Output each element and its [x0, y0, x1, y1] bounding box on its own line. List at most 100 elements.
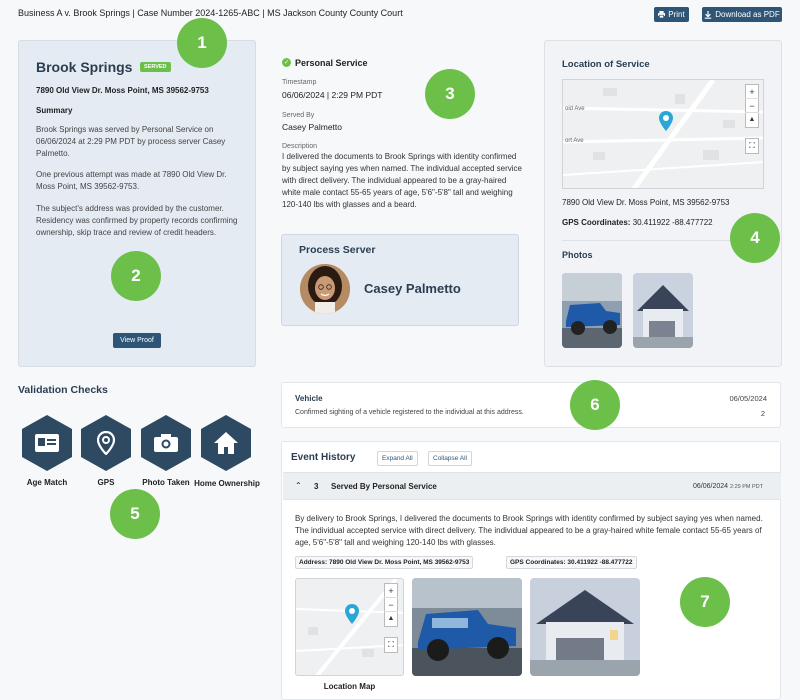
- gps-label: GPS Coordinates:: [562, 218, 631, 227]
- chevron-up-icon[interactable]: ⌃: [295, 481, 302, 490]
- vehicle-card[interactable]: Vehicle Confirmed sighting of a vehicle …: [281, 382, 781, 428]
- download-pdf-button[interactable]: Download as PDF: [702, 7, 782, 22]
- hex-badge: [81, 415, 131, 471]
- validation-item-photo-taken: [141, 415, 191, 471]
- zoom-out-icon[interactable]: −: [384, 598, 398, 612]
- validation-item-home-ownership: [201, 415, 251, 471]
- event-history-heading: Event History: [291, 452, 356, 463]
- case-title: Business A v. Brook Springs | Case Numbe…: [18, 8, 403, 18]
- expand-all-button[interactable]: Expand All: [377, 451, 418, 466]
- subject-panel: Brook Springs SERVED 7890 Old View Dr. M…: [18, 40, 256, 367]
- vehicle-date: 06/05/2024: [729, 394, 767, 403]
- validation-item-age-match: [22, 415, 72, 471]
- house-photo[interactable]: [633, 273, 693, 348]
- summary-paragraph-1: Brook Springs was served by Personal Ser…: [36, 125, 226, 158]
- vehicle-count: 2: [760, 409, 765, 418]
- process-server-card: Process Server Casey Palmetto: [281, 234, 519, 326]
- view-proof-button[interactable]: View Proof: [113, 333, 161, 348]
- map-street-label: ort Ave: [565, 138, 584, 144]
- gps-coordinates: GPS Coordinates: 30.411922 -88.477722: [562, 218, 713, 227]
- location-heading: Location of Service: [562, 59, 650, 70]
- served-by-value: Casey Palmetto: [282, 122, 342, 132]
- process-server-name: Casey Palmetto: [364, 281, 461, 296]
- validation-label: Home Ownership: [194, 479, 260, 488]
- map-pin-icon: [345, 604, 359, 624]
- truck-photo[interactable]: [562, 273, 622, 348]
- event-date: 06/06/2024: [693, 483, 729, 490]
- process-server-heading: Process Server: [299, 244, 376, 256]
- camera-icon: [154, 434, 178, 452]
- hex-badge: [201, 415, 251, 471]
- check-icon: ✓: [282, 58, 291, 67]
- photos-heading: Photos: [562, 250, 593, 260]
- vehicle-title: Vehicle: [295, 394, 323, 403]
- print-button[interactable]: Print: [654, 7, 689, 22]
- fullscreen-icon[interactable]: ⛶: [745, 139, 759, 153]
- validation-label: Age Match: [26, 478, 68, 487]
- summary-paragraph-3: The subject's address was provided by th…: [36, 204, 238, 237]
- validation-label: GPS: [97, 478, 115, 487]
- summary-heading: Summary: [36, 106, 73, 115]
- event-datetime: 06/06/2024 2:29 PM PDT: [693, 483, 763, 490]
- map-caption: Location Map: [323, 682, 376, 691]
- service-type: Personal Service: [295, 58, 368, 68]
- callout-badge: 6: [570, 380, 620, 430]
- subject-name: Brook Springs: [36, 59, 133, 75]
- subject-address: 7890 Old View Dr. Moss Point, MS 39562-9…: [36, 86, 209, 95]
- map-street-label: oid Ave: [565, 106, 585, 112]
- house-icon: [214, 432, 238, 454]
- house-photo[interactable]: [530, 578, 640, 676]
- event-text: By delivery to Brook Springs, I delivere…: [295, 514, 763, 547]
- printer-icon: [658, 11, 666, 18]
- timestamp-label: Timestamp: [282, 79, 317, 86]
- callout-badge: 2: [111, 251, 161, 301]
- status-badge: SERVED: [140, 62, 171, 72]
- map-pin-icon: [659, 111, 673, 131]
- zoom-controls[interactable]: + − ▲: [384, 583, 398, 627]
- service-map[interactable]: oid Ave ort Ave + − ▲ ⛶: [562, 79, 764, 189]
- validation-label: Photo Taken: [142, 478, 190, 487]
- compass-icon[interactable]: ▲: [745, 113, 759, 127]
- vehicle-description: Confirmed sighting of a vehicle register…: [295, 409, 524, 416]
- event-title: Served By Personal Service: [331, 482, 437, 491]
- summary-paragraph-2: One previous attempt was made at 7890 Ol…: [36, 170, 227, 191]
- validation-heading: Validation Checks: [18, 384, 108, 396]
- address-tag: Address: 7890 Old View Dr. Moss Point, M…: [295, 556, 474, 569]
- compass-icon[interactable]: ▲: [384, 612, 398, 626]
- callout-badge: 7: [680, 577, 730, 627]
- hex-badge: [141, 415, 191, 471]
- served-by-label: Served By: [282, 112, 315, 119]
- avatar: [300, 264, 350, 314]
- truck-photo[interactable]: [412, 578, 522, 676]
- location-address: 7890 Old View Dr. Moss Point, MS 39562-9…: [562, 198, 730, 207]
- map-pin-icon: [97, 431, 115, 455]
- callout-badge: 1: [177, 18, 227, 68]
- zoom-controls[interactable]: + − ▲: [745, 84, 759, 128]
- timestamp-value: 06/06/2024 | 2:29 PM PDT: [282, 90, 383, 100]
- fullscreen-icon[interactable]: ⛶: [384, 638, 398, 652]
- download-icon: [705, 10, 712, 19]
- collapse-all-button[interactable]: Collapse All: [428, 451, 472, 466]
- gps-value: 30.411922 -88.477722: [632, 218, 713, 227]
- callout-badge: 5: [110, 489, 160, 539]
- id-card-icon: [35, 434, 59, 452]
- event-time: 2:29 PM PDT: [730, 484, 764, 490]
- location-map[interactable]: + − ▲ ⛶: [295, 578, 404, 676]
- callout-badge: 3: [425, 69, 475, 119]
- description-label: Description: [282, 143, 318, 150]
- hex-badge: [22, 415, 72, 471]
- zoom-out-icon[interactable]: −: [745, 99, 759, 113]
- validation-item-gps: [81, 415, 131, 471]
- callout-badge: 4: [730, 213, 780, 263]
- print-label: Print: [668, 10, 685, 19]
- zoom-in-icon[interactable]: +: [384, 584, 398, 598]
- zoom-in-icon[interactable]: +: [745, 85, 759, 99]
- event-history-card: Event History Expand All Collapse All ⌃ …: [281, 441, 781, 700]
- fullscreen-button[interactable]: ⛶: [745, 138, 759, 154]
- event-row[interactable]: ⌃ 3 Served By Personal Service 06/06/202…: [283, 472, 781, 500]
- service-description: I delivered the documents to Brook Sprin…: [282, 152, 522, 209]
- download-label: Download as PDF: [715, 10, 780, 19]
- event-number: 3: [314, 482, 319, 491]
- fullscreen-button[interactable]: ⛶: [384, 637, 398, 653]
- gps-tag: GPS Coordinates: 30.411922 -88.477722: [506, 556, 637, 569]
